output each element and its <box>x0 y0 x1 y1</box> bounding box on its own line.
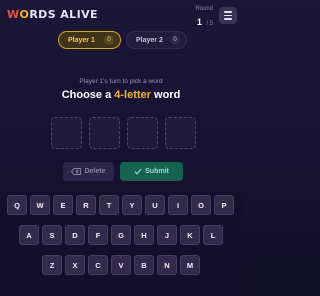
key-o[interactable]: O <box>191 195 211 215</box>
key-u[interactable]: U <box>145 195 165 215</box>
player-2-score: 0 <box>170 35 180 45</box>
key-g[interactable]: G <box>111 225 131 245</box>
action-buttons: Delete Submit <box>0 162 242 182</box>
on-screen-keyboard: Q W E R T Y U I O P A S D F G H J K L Z … <box>0 192 242 296</box>
word-slots <box>51 117 197 149</box>
key-l[interactable]: L <box>203 225 223 245</box>
key-n[interactable]: N <box>157 255 177 275</box>
key-t[interactable]: T <box>99 195 119 215</box>
delete-button[interactable]: Delete <box>63 162 114 181</box>
key-y[interactable]: Y <box>122 195 142 215</box>
instruction-heading: Choose a 4-letter word <box>0 89 242 101</box>
player-1-pill[interactable]: Player 1 0 <box>58 31 121 49</box>
round-label: Round <box>195 6 213 12</box>
key-j[interactable]: J <box>157 225 177 245</box>
key-f[interactable]: F <box>88 225 108 245</box>
hamburger-menu-icon <box>224 11 232 13</box>
key-b[interactable]: B <box>134 255 154 275</box>
key-s[interactable]: S <box>42 225 62 245</box>
instruction-highlight: 4-letter <box>114 89 151 101</box>
letter-slot-2[interactable] <box>89 117 120 149</box>
logo-text-rest: RDS ALIVE <box>29 8 98 21</box>
turn-prompt: Player 1's turn to pick a word <box>79 78 163 85</box>
key-h[interactable]: H <box>134 225 154 245</box>
letter-slot-1[interactable] <box>51 117 82 149</box>
letter-slot-3[interactable] <box>127 117 158 149</box>
key-c[interactable]: C <box>88 255 108 275</box>
player-1-name: Player 1 <box>68 36 95 44</box>
delete-label: Delete <box>84 168 106 175</box>
key-d[interactable]: D <box>65 225 85 245</box>
key-m[interactable]: M <box>180 255 200 275</box>
key-e[interactable]: E <box>53 195 73 215</box>
player-1-score: 0 <box>104 35 114 45</box>
logo-letter-w: W <box>7 8 20 21</box>
key-k[interactable]: K <box>180 225 200 245</box>
submit-button[interactable]: Submit <box>120 162 183 181</box>
key-q[interactable]: Q <box>7 195 27 215</box>
instruction-suffix: word <box>150 89 181 101</box>
key-w[interactable]: W <box>30 195 50 215</box>
menu-button[interactable] <box>219 7 237 24</box>
instruction-prefix: Choose a <box>61 89 115 101</box>
key-a[interactable]: A <box>19 225 39 245</box>
submit-label: Submit <box>145 168 169 175</box>
app-logo: WORDS ALIVE <box>7 8 98 21</box>
logo-letter-o: O <box>19 8 30 21</box>
key-x[interactable]: X <box>65 255 85 275</box>
player-tabs: Player 1 0 Player 2 0 <box>0 31 242 51</box>
letter-slot-4[interactable] <box>165 117 196 149</box>
player-2-pill[interactable]: Player 2 0 <box>126 31 187 49</box>
key-p[interactable]: P <box>214 195 234 215</box>
checkmark-icon <box>134 168 142 175</box>
round-indicator: Round 1 / 5 <box>195 6 213 30</box>
player-2-name: Player 2 <box>136 36 163 44</box>
key-i[interactable]: I <box>168 195 188 215</box>
app-header: WORDS ALIVE Round 1 / 5 <box>0 0 242 27</box>
key-z[interactable]: Z <box>42 255 62 275</box>
backspace-icon <box>71 168 82 175</box>
key-v[interactable]: V <box>111 255 131 275</box>
round-current: 1 <box>196 17 202 27</box>
round-total: / 5 <box>206 21 213 27</box>
key-r[interactable]: R <box>76 195 96 215</box>
